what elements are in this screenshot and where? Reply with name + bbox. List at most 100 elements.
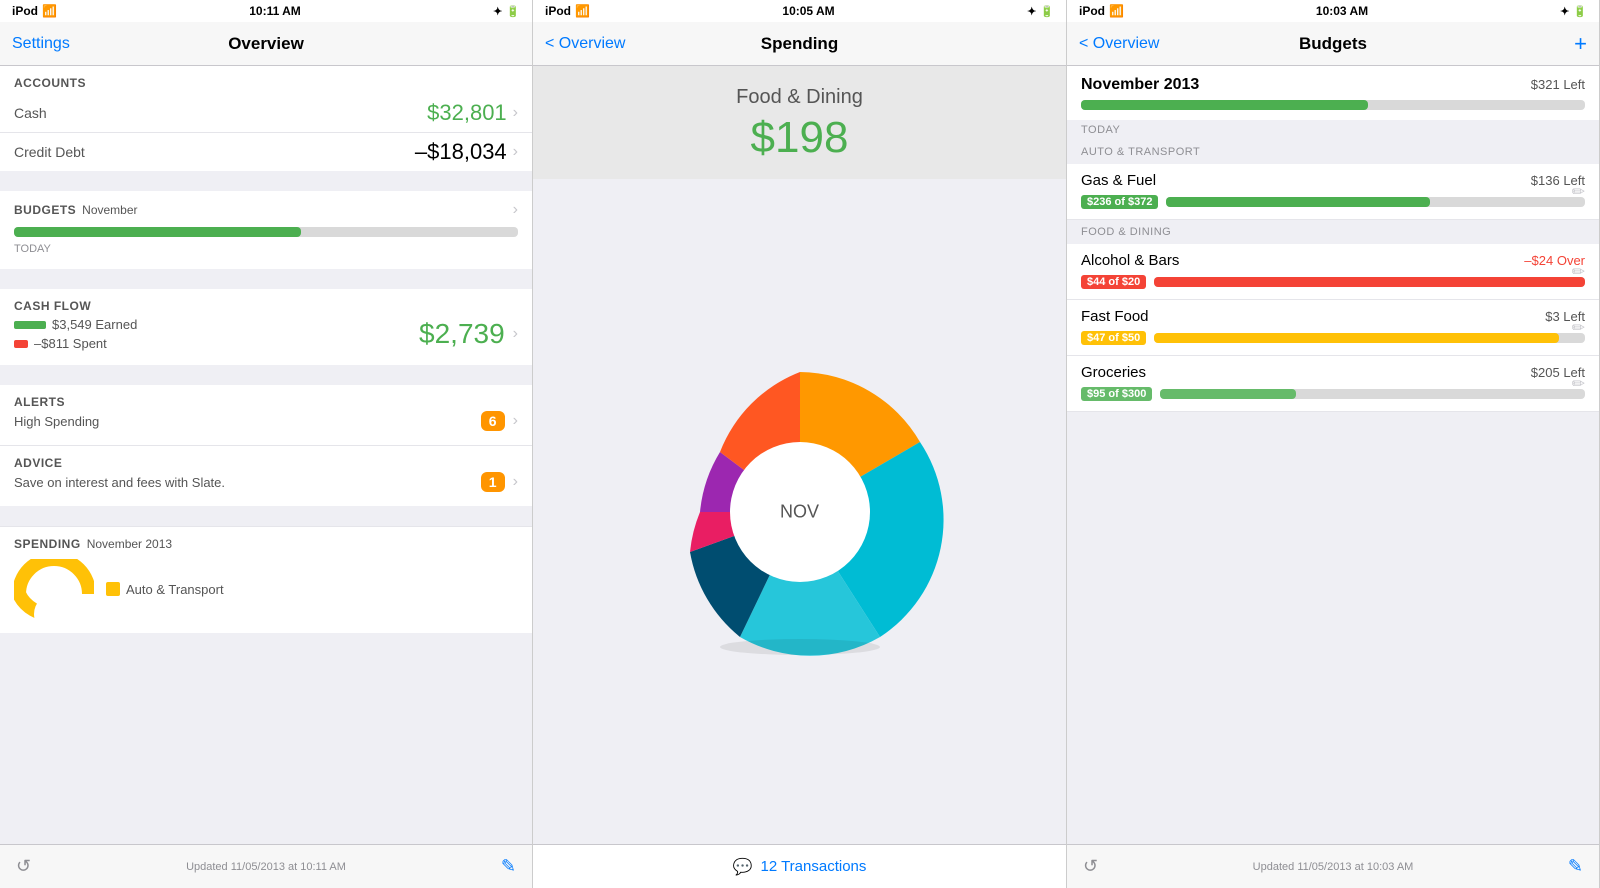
- month-budget-section: November 2013 $321 Left: [1067, 66, 1599, 120]
- status-left-b: iPod 📶: [1079, 4, 1124, 18]
- food-dining-header: FOOD & DINING: [1067, 220, 1599, 244]
- cash-value: $32,801: [427, 100, 507, 126]
- groceries-progress-bg: [1160, 389, 1585, 399]
- transactions-bar[interactable]: 💬 12 Transactions: [533, 844, 1066, 888]
- spending-header: SPENDING: [14, 537, 81, 551]
- alcohol-bars-item[interactable]: Alcohol & Bars –$24 Over $44 of $20 ✏: [1067, 244, 1599, 300]
- overview-scroll[interactable]: ACCOUNTS Cash $32,801 › Credit Debt –$18…: [0, 66, 532, 844]
- back-button-b[interactable]: < Overview: [1079, 35, 1159, 53]
- budgets-section[interactable]: BUDGETS November › TODAY: [0, 191, 532, 269]
- edit-icon[interactable]: ✎: [501, 856, 516, 877]
- advice-subtitle: Save on interest and fees with Slate.: [14, 475, 225, 490]
- spent-bar: [14, 340, 28, 348]
- budget-list[interactable]: November 2013 $321 Left TODAY AUTO & TRA…: [1067, 66, 1599, 844]
- groceries-progress-fill: [1160, 389, 1296, 399]
- month-budget-left: $321 Left: [1531, 77, 1585, 92]
- status-left-s: iPod 📶: [545, 4, 590, 18]
- groceries-edit[interactable]: ✏: [1572, 374, 1585, 394]
- bluetooth-icon: ✦: [493, 5, 502, 18]
- groceries-amount-label: $95 of $300: [1081, 387, 1152, 401]
- alcohol-bars-amount-label: $44 of $20: [1081, 275, 1146, 289]
- transactions-label: 12 Transactions: [761, 858, 867, 875]
- donut-container: NOV: [640, 352, 960, 672]
- today-badge: TODAY: [1067, 120, 1599, 140]
- credit-label: Credit Debt: [14, 144, 85, 160]
- alcohol-bars-edit[interactable]: ✏: [1572, 262, 1585, 282]
- spending-amount-value: $198: [547, 113, 1052, 163]
- overview-title: Overview: [228, 34, 304, 54]
- alerts-chevron: ›: [513, 412, 518, 430]
- updated-text-b: Updated 11/05/2013 at 10:03 AM: [1253, 861, 1414, 873]
- gas-fuel-progress-fill: [1166, 197, 1430, 207]
- month-progress-fill: [1081, 100, 1368, 110]
- refresh-icon[interactable]: ↺: [16, 856, 31, 877]
- wifi-icon-s: 📶: [575, 4, 590, 18]
- status-left: iPod 📶: [12, 4, 57, 18]
- settings-button[interactable]: Settings: [12, 35, 70, 53]
- bluetooth-icon-b: ✦: [1560, 5, 1569, 18]
- cash-row[interactable]: Cash $32,801 ›: [0, 94, 532, 133]
- transactions-icon: 💬: [733, 857, 753, 877]
- spending-section[interactable]: SPENDING November 2013 Auto & Transport: [0, 526, 532, 633]
- month-budget-title: November 2013: [1081, 76, 1199, 94]
- groceries-item[interactable]: Groceries $205 Left $95 of $300 ✏: [1067, 356, 1599, 412]
- gas-fuel-item[interactable]: Gas & Fuel $136 Left $236 of $372 ✏: [1067, 164, 1599, 220]
- budget-bottom-gap: [1067, 412, 1599, 432]
- fast-food-progress-bg: [1154, 333, 1585, 343]
- cashflow-value: $2,739: [419, 318, 505, 350]
- budgets-navbar: < Overview Budgets +: [1067, 22, 1599, 66]
- alerts-badge: 6: [481, 411, 505, 431]
- budgets-bottom-bar: ↺ Updated 11/05/2013 at 10:03 AM ✎: [1067, 844, 1599, 888]
- status-bar-overview: iPod 📶 10:11 AM ✦ 🔋: [0, 0, 532, 22]
- budgets-subtitle: November: [82, 203, 137, 217]
- cash-label: Cash: [14, 105, 47, 121]
- budgets-header: BUDGETS: [14, 203, 76, 217]
- earned-bar: [14, 321, 46, 329]
- accounts-section: ACCOUNTS Cash $32,801 › Credit Debt –$18…: [0, 66, 532, 171]
- spending-title: Spending: [761, 34, 838, 54]
- spending-subtitle: November 2013: [87, 537, 172, 551]
- gas-fuel-name: Gas & Fuel: [1081, 172, 1156, 189]
- status-right: ✦ 🔋: [493, 5, 520, 18]
- fast-food-amount-label: $47 of $50: [1081, 331, 1146, 345]
- advice-badge: 1: [481, 472, 505, 492]
- donut-area: NOV: [533, 179, 1066, 844]
- gap2: [0, 269, 532, 289]
- alerts-section[interactable]: ALERTS High Spending 6 ›: [0, 385, 532, 445]
- credit-row[interactable]: Credit Debt –$18,034 ›: [0, 133, 532, 171]
- edit-icon-b[interactable]: ✎: [1568, 856, 1583, 877]
- earned-label: $3,549 Earned: [52, 317, 137, 332]
- updated-text: Updated 11/05/2013 at 10:11 AM: [186, 861, 346, 873]
- cashflow-chevron: ›: [513, 325, 518, 343]
- credit-value: –$18,034: [415, 139, 507, 165]
- wifi-icon-b: 📶: [1109, 4, 1124, 18]
- groceries-name: Groceries: [1081, 364, 1146, 381]
- back-button-s[interactable]: < Overview: [545, 35, 625, 53]
- add-budget-button[interactable]: +: [1574, 31, 1587, 57]
- status-bar-spending: iPod 📶 10:05 AM ✦ 🔋: [533, 0, 1066, 22]
- time-label-s: 10:05 AM: [782, 4, 834, 18]
- spending-mini-chart: [14, 559, 94, 619]
- fast-food-item[interactable]: Fast Food $3 Left $47 of $50 ✏: [1067, 300, 1599, 356]
- gas-fuel-edit[interactable]: ✏: [1572, 182, 1585, 202]
- status-bar-budgets: iPod 📶 10:03 AM ✦ 🔋: [1067, 0, 1599, 22]
- fast-food-progress-fill: [1154, 333, 1559, 343]
- spent-label: –$811 Spent: [34, 336, 107, 351]
- spending-navbar: < Overview Spending: [533, 22, 1066, 66]
- gap1: [0, 171, 532, 191]
- fast-food-name: Fast Food: [1081, 308, 1149, 325]
- spending-legend: Auto & Transport: [106, 582, 224, 597]
- gap3: [0, 365, 532, 385]
- cashflow-section[interactable]: CASH FLOW $3,549 Earned –$811 Spent $2,7…: [0, 289, 532, 365]
- spending-header-section: Food & Dining $198: [533, 66, 1066, 179]
- refresh-icon-b[interactable]: ↺: [1083, 856, 1098, 877]
- donut-center-label: NOV: [780, 501, 819, 522]
- spending-category-label: Food & Dining: [547, 86, 1052, 109]
- overview-bottom-bar: ↺ Updated 11/05/2013 at 10:11 AM ✎: [0, 844, 532, 888]
- battery-icon-s: 🔋: [1040, 5, 1054, 18]
- advice-section[interactable]: ADVICE Save on interest and fees with Sl…: [0, 445, 532, 506]
- status-right-b: ✦ 🔋: [1560, 5, 1587, 18]
- overview-navbar: Settings Overview: [0, 22, 532, 66]
- alcohol-bars-progress-bg: [1154, 277, 1585, 287]
- fast-food-edit[interactable]: ✏: [1572, 318, 1585, 338]
